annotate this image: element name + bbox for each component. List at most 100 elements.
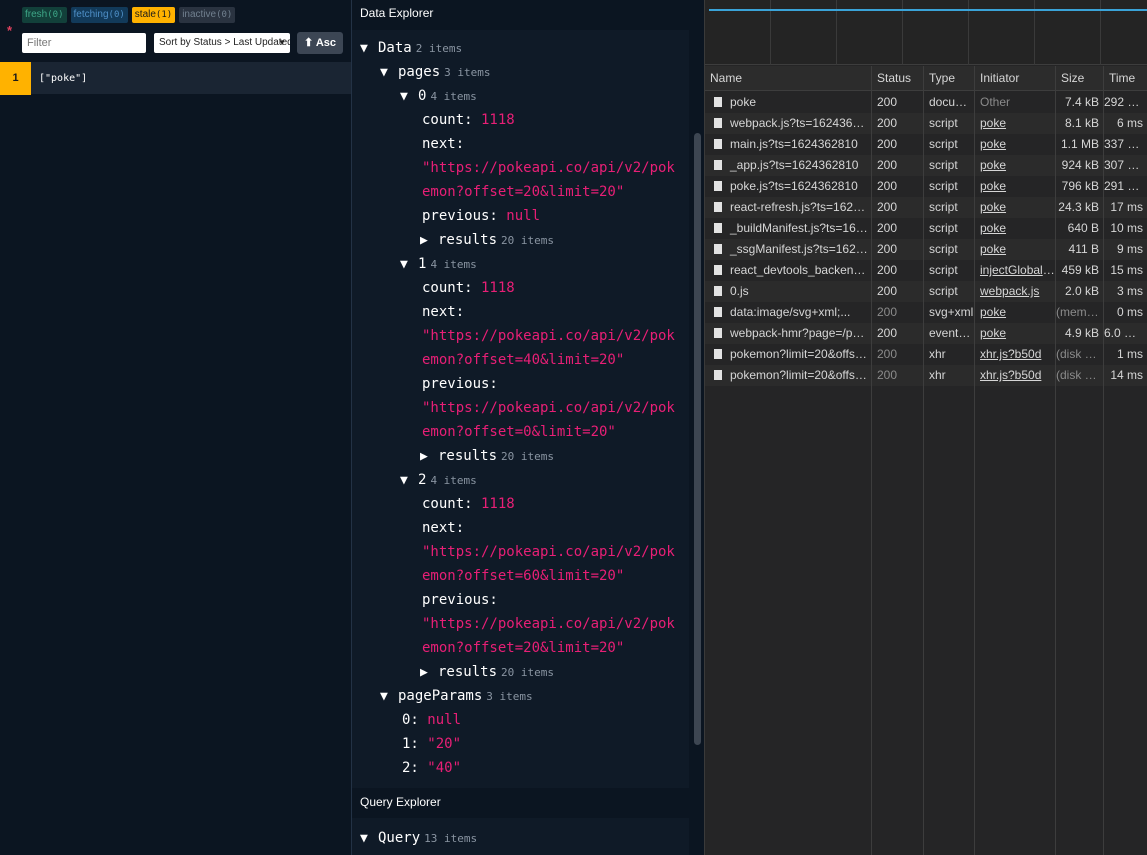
caret-down-icon[interactable]: ▼ xyxy=(360,37,378,61)
network-row[interactable]: webpack-hmr?page=/poke200eventsourcepoke… xyxy=(705,323,1147,344)
sort-select[interactable]: Sort by Status > Last Updated ▼ xyxy=(154,33,290,53)
cell-type: xhr xyxy=(924,344,975,365)
tree-node[interactable]: ▼ pageParams 3 items xyxy=(380,684,533,708)
item-count: 13 items xyxy=(424,832,478,845)
file-icon xyxy=(714,160,722,170)
tree-key: count: xyxy=(422,280,473,296)
cell-status: 200 xyxy=(872,218,924,239)
file-icon xyxy=(714,223,722,233)
cell-initiator[interactable]: xhr.js?b50d xyxy=(975,365,1056,386)
tree-key: previous: xyxy=(422,208,498,224)
cell-initiator[interactable]: xhr.js?b50d xyxy=(975,344,1056,365)
network-row[interactable]: pokemon?limit=20&offset=0 200 xhr xhr.js?b5… xyxy=(705,344,1147,365)
cell-initiator[interactable]: webpack.js xyxy=(975,281,1056,302)
cell-initiator[interactable]: poke xyxy=(975,134,1056,155)
react-query-logo-icon[interactable]: * xyxy=(7,24,12,37)
file-icon xyxy=(714,265,722,275)
tree-node[interactable]: ▶ results 20 items xyxy=(420,444,554,468)
caret-down-icon[interactable]: ▼ xyxy=(400,469,418,493)
cell-initiator[interactable]: poke xyxy=(975,323,1056,344)
network-row[interactable]: pokemon?limit=20&offset=20 200 xhr xhr.js?b… xyxy=(705,365,1147,386)
network-row[interactable]: data:image/svg+xml;... 200 svg+xml poke (mem… xyxy=(705,302,1147,323)
data-explorer-scrollbar-thumb[interactable] xyxy=(694,133,701,745)
caret-down-icon[interactable]: ▼ xyxy=(400,253,418,277)
tree-value-line: 2: "40" xyxy=(402,756,461,780)
tree-value: "40" xyxy=(418,760,462,776)
column-header-name[interactable]: Name xyxy=(705,66,872,91)
cell-status: 200 xyxy=(872,344,924,365)
status-chip-stale: stale(1) xyxy=(131,7,176,23)
tree-node[interactable]: ▼ 2 4 items xyxy=(400,468,477,492)
cell-initiator[interactable]: poke xyxy=(975,113,1056,134)
network-row[interactable]: main.js?ts=1624362810 200 script poke 1.1 MB… xyxy=(705,134,1147,155)
cell-initiator[interactable]: poke xyxy=(975,239,1056,260)
tree-value-line: previous: xyxy=(422,588,498,612)
explorer-panel: Data Explorer ▼ Data 2 items ▼ pages 3 items ▼… xyxy=(351,0,705,855)
cell-initiator[interactable]: poke xyxy=(975,302,1056,323)
tree-value-line: "https://pokeapi.co/api/v2/pok xyxy=(422,156,675,180)
column-header-initiator[interactable]: Initiator xyxy=(975,66,1056,91)
query-row[interactable]: 1 ["poke"] xyxy=(0,62,351,95)
tree-value-line: "https://pokeapi.co/api/v2/pok xyxy=(422,540,675,564)
network-row[interactable]: poke 200documentOther7.4 kB292 ms xyxy=(705,92,1147,113)
cell-initiator[interactable]: poke xyxy=(975,155,1056,176)
tree-node[interactable]: ▼ pages 3 items xyxy=(380,60,491,84)
tree-node[interactable]: ▼ 0 4 items xyxy=(400,84,477,108)
tree-node[interactable]: ▼ 1 4 items xyxy=(400,252,477,276)
sort-direction-button[interactable]: ⬆ Asc xyxy=(297,32,343,54)
tree-node[interactable]: ▶ results 20 items xyxy=(420,660,554,684)
network-row[interactable]: _buildManifest.js?ts=1624362810200script… xyxy=(705,218,1147,239)
caret-down-icon[interactable]: ▼ xyxy=(380,685,398,709)
query-list-toolbar: * fresh(0) fetching(0) stale(1) inactive… xyxy=(0,0,351,62)
request-name: pokemon?limit=20&offset=0 xyxy=(730,347,872,361)
network-row[interactable]: 0.js 200 script webpack.js 2.0 kB 3 ms xyxy=(705,281,1147,302)
column-header-status[interactable]: Status xyxy=(872,66,924,91)
tree-node[interactable]: ▼ Data 2 items xyxy=(360,36,462,60)
cell-status: 200 xyxy=(872,134,924,155)
tree-value-line: "https://pokeapi.co/api/v2/pok xyxy=(422,396,675,420)
cell-initiator[interactable]: poke xyxy=(975,197,1056,218)
column-header-time[interactable]: Time xyxy=(1104,66,1147,91)
tree-value-line: 1: "20" xyxy=(402,732,461,756)
tree-node[interactable]: ▼ Query 13 items xyxy=(360,826,477,850)
tree-key: results xyxy=(438,232,498,248)
tree-value-line: "https://pokeapi.co/api/v2/pok xyxy=(422,612,675,636)
network-row[interactable]: _ssgManifest.js?ts=1624362810200scriptpo… xyxy=(705,239,1147,260)
cell-type: eventsource xyxy=(924,323,975,344)
network-row[interactable]: react-refresh.js?ts=1624362810200scriptp… xyxy=(705,197,1147,218)
cell-initiator[interactable]: poke xyxy=(975,218,1056,239)
column-divider xyxy=(1055,91,1056,855)
request-name: poke.js?ts=1624362810 xyxy=(730,179,858,193)
cell-initiator[interactable]: poke xyxy=(975,176,1056,197)
caret-down-icon[interactable]: ▼ xyxy=(380,61,398,85)
network-row[interactable]: react_devtools_backend.js 200 script inject… xyxy=(705,260,1147,281)
tree-key: pageParams xyxy=(398,688,483,704)
column-header-size[interactable]: Size xyxy=(1056,66,1104,91)
caret-right-icon[interactable]: ▶ xyxy=(420,661,438,685)
column-header-type[interactable]: Type xyxy=(924,66,975,91)
cell-time: 292 ms xyxy=(1104,92,1147,113)
caret-right-icon[interactable]: ▶ xyxy=(420,229,438,253)
cell-initiator[interactable]: injectGlobalHook.js xyxy=(975,260,1056,281)
cell-time: 291 ms xyxy=(1104,176,1147,197)
cell-size: 411 B xyxy=(1056,239,1104,260)
network-overview[interactable] xyxy=(705,0,1147,65)
cell-type: script xyxy=(924,281,975,302)
network-row[interactable]: _app.js?ts=1624362810 200 script poke 924 kB… xyxy=(705,155,1147,176)
cell-status: 200 xyxy=(872,176,924,197)
cell-initiator[interactable]: Other xyxy=(975,92,1056,113)
tree-value: emon?offset=60&limit=20" xyxy=(422,568,625,584)
network-row[interactable]: poke.js?ts=1624362810 200 script poke 796 kB… xyxy=(705,176,1147,197)
caret-down-icon[interactable]: ▼ xyxy=(360,827,378,851)
cell-time: 10 ms xyxy=(1104,218,1147,239)
tree-node[interactable]: ▶ results 20 items xyxy=(420,228,554,252)
filter-input[interactable] xyxy=(22,33,146,53)
cell-type: script xyxy=(924,134,975,155)
caret-right-icon[interactable]: ▶ xyxy=(420,445,438,469)
image-file-icon xyxy=(714,307,722,317)
tree-value-line: count: 1118 xyxy=(422,108,515,132)
tree-key: 1 xyxy=(418,256,427,272)
caret-down-icon[interactable]: ▼ xyxy=(400,85,418,109)
file-icon xyxy=(714,97,722,107)
network-row[interactable]: webpack.js?ts=1624362810 200 script poke 8.1… xyxy=(705,113,1147,134)
